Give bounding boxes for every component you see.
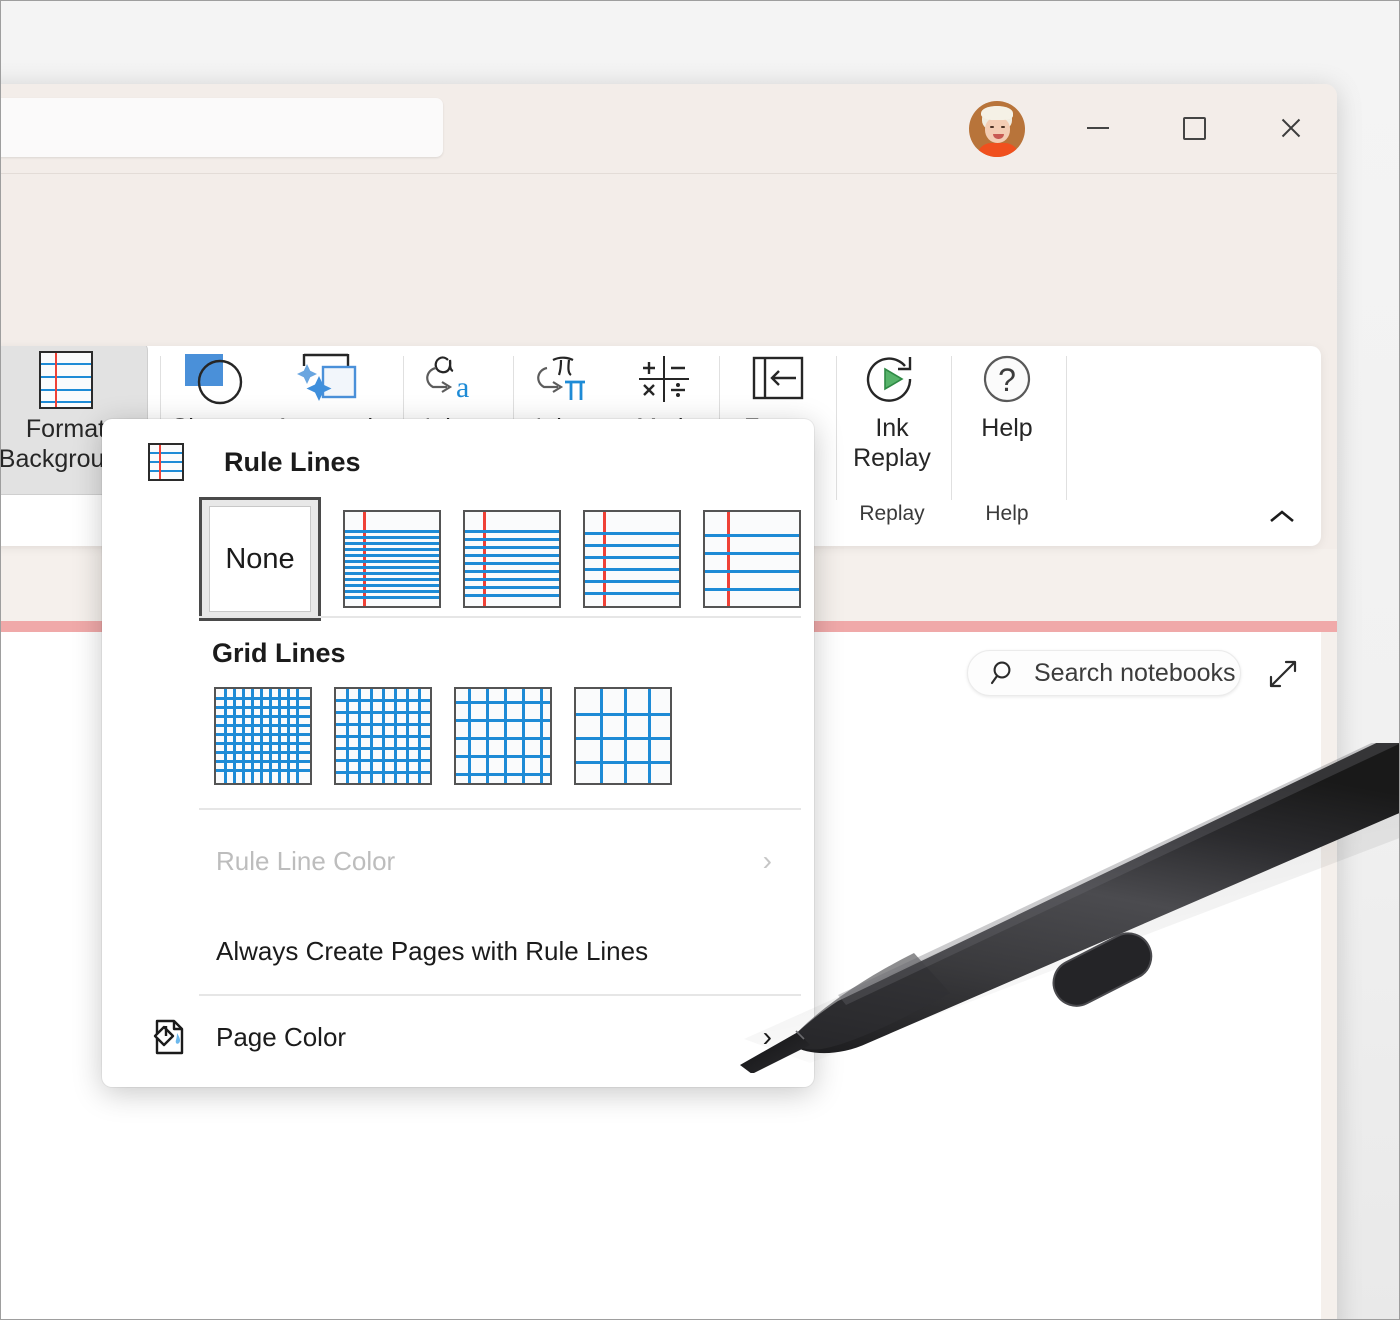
focus-icon	[748, 351, 808, 407]
search-notebooks-placeholder: Search notebooks	[1034, 659, 1236, 688]
title-bar	[0, 84, 1337, 174]
math-icon	[633, 351, 695, 407]
expand-icon[interactable]	[1266, 657, 1300, 691]
minimize-icon	[1087, 127, 1109, 129]
group-label-help: Help	[959, 502, 1055, 526]
avatar-bangs	[981, 106, 1013, 120]
search-notebooks-input[interactable]: Search notebooks	[967, 650, 1241, 696]
grid-line-option-very-large-grid[interactable]	[574, 687, 672, 785]
help-label: Help	[981, 413, 1032, 443]
ribbon-divider-5	[836, 356, 837, 500]
flyout-separator-2	[199, 808, 801, 810]
format-background-flyout: Rule Lines None	[102, 419, 814, 1087]
flyout-separator-1	[199, 616, 801, 618]
maximize-button[interactable]	[1163, 98, 1225, 158]
avatar-shirt	[977, 143, 1019, 157]
minimize-button[interactable]	[1067, 98, 1129, 158]
page-color-menu-item[interactable]: Page Color ›	[102, 1005, 814, 1069]
grid-lines-title: Grid Lines	[212, 638, 346, 669]
ribbon-divider-7	[1066, 356, 1067, 500]
help-icon: ?	[978, 351, 1036, 407]
grid-lines-options	[214, 687, 672, 785]
title-search-box[interactable]	[0, 98, 443, 157]
format-background-icon	[39, 352, 93, 408]
rule-line-option-standard-ruled[interactable]	[583, 510, 681, 608]
grid-line-option-small-grid[interactable]	[214, 687, 312, 785]
rule-line-color-menu-item[interactable]: Rule Line Color ›	[102, 829, 814, 893]
avatar[interactable]	[969, 101, 1025, 157]
svg-text:a: a	[456, 371, 469, 404]
rule-line-option-narrow-ruled[interactable]	[343, 510, 441, 608]
avatar-eye-right	[1001, 126, 1005, 128]
avatar-face	[985, 117, 1010, 143]
ink-to-math-icon	[533, 351, 599, 407]
always-create-pages-label: Always Create Pages with Rule Lines	[216, 936, 648, 967]
rule-line-none-label: None	[209, 506, 311, 612]
rule-lines-header: Rule Lines	[148, 443, 361, 481]
rule-lines-icon	[148, 443, 184, 481]
close-icon	[1279, 117, 1301, 139]
grid-line-option-medium-grid[interactable]	[334, 687, 432, 785]
svg-text:?: ?	[998, 362, 1016, 398]
group-label-replay: Replay	[844, 502, 940, 526]
shapes-icon	[179, 351, 249, 407]
rule-lines-options: None	[199, 497, 801, 621]
chevron-right-icon: ›	[763, 847, 772, 875]
ink-replay-icon	[861, 351, 923, 407]
search-icon	[990, 659, 1018, 687]
rule-lines-title: Rule Lines	[224, 447, 361, 478]
ink-to-text-icon: a	[422, 351, 488, 407]
ink-replay-button[interactable]: Ink Replay	[844, 346, 940, 473]
page-color-chevron-right-icon: ›	[763, 1023, 772, 1051]
help-button[interactable]: ? Help	[959, 346, 1055, 443]
page-color-label: Page Color	[216, 1022, 346, 1053]
collapse-ribbon-button[interactable]	[1265, 500, 1299, 534]
maximize-icon	[1183, 117, 1206, 140]
grid-line-option-large-grid[interactable]	[454, 687, 552, 785]
rule-line-option-none[interactable]: None	[199, 497, 321, 621]
rule-line-option-wide-ruled[interactable]	[703, 510, 801, 608]
screen-root: Insert Space	[0, 0, 1400, 1320]
ribbon-divider-6	[951, 356, 952, 500]
always-create-pages-menu-item[interactable]: Always Create Pages with Rule Lines	[102, 919, 814, 983]
close-button[interactable]	[1259, 98, 1321, 158]
avatar-eye-left	[990, 126, 994, 128]
rule-line-color-label: Rule Line Color	[216, 846, 395, 877]
automatic-shapes-icon	[292, 351, 368, 407]
flyout-separator-3	[199, 994, 801, 996]
rule-line-option-college-ruled[interactable]	[463, 510, 561, 608]
ink-replay-label: Ink Replay	[853, 413, 931, 473]
paint-bucket-page-icon	[148, 1016, 190, 1058]
